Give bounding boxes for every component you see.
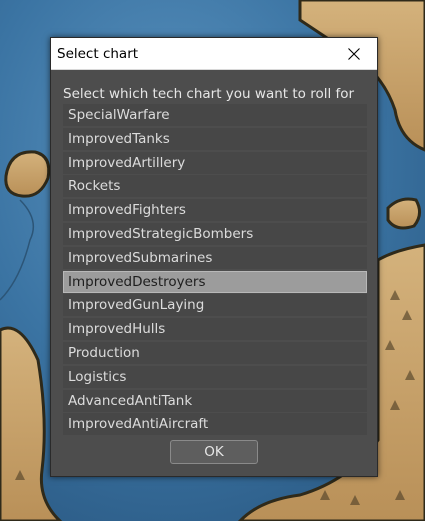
chart-list-item[interactable]: AdvancedAntiTank — [63, 389, 367, 412]
select-chart-dialog: Select chart Select which tech chart you… — [50, 37, 378, 477]
chart-list-item[interactable]: Production — [63, 341, 367, 364]
chart-list-item[interactable]: SpecialWarfare — [63, 104, 367, 126]
chart-list-item[interactable]: ImprovedFighters — [63, 199, 367, 222]
chart-list-item[interactable]: Rockets — [63, 175, 367, 198]
chart-list-item[interactable]: ImprovedArtillery — [63, 151, 367, 174]
chart-list-item[interactable]: ImprovedSubmarines — [63, 246, 367, 269]
close-button[interactable] — [331, 38, 377, 69]
chart-list-item[interactable]: ImprovedStrategicBombers — [63, 222, 367, 245]
dialog-titlebar: Select chart — [51, 38, 377, 70]
chart-list-item[interactable]: Logistics — [63, 365, 367, 388]
close-icon — [348, 47, 360, 60]
dialog-prompt: Select which tech chart you want to roll… — [63, 86, 355, 102]
chart-list-item[interactable]: ImprovedAntiAircraft — [63, 413, 367, 436]
chart-list-item[interactable]: ImprovedGunLaying — [63, 294, 367, 317]
chart-list-item[interactable]: ImprovedDestroyers — [63, 270, 367, 293]
chart-list-item[interactable]: ImprovedHulls — [63, 318, 367, 341]
chart-list-item[interactable]: ImprovedTanks — [63, 127, 367, 150]
ok-button[interactable]: OK — [170, 440, 258, 464]
chart-list[interactable]: SpecialWarfare ImprovedTanks ImprovedArtil… — [63, 104, 367, 438]
dialog-title: Select chart — [57, 46, 139, 62]
